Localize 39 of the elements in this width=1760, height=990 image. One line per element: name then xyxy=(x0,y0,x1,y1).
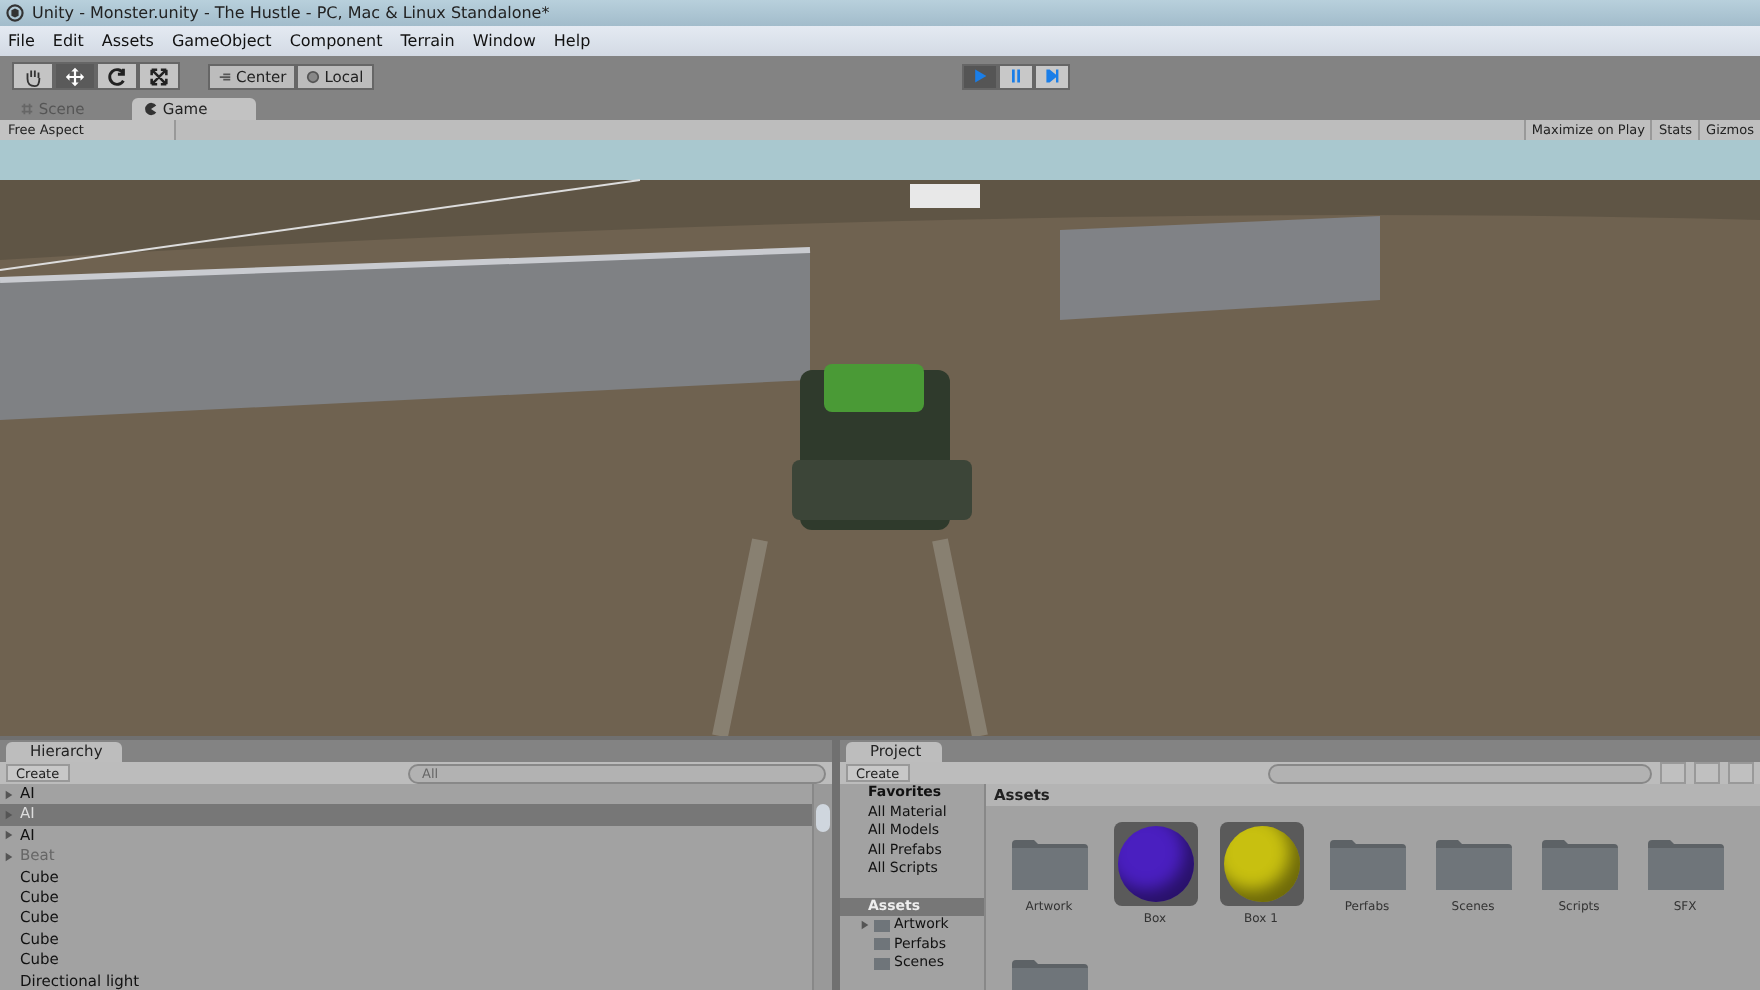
rotate-tool-icon xyxy=(106,65,128,87)
expand-arrow-icon[interactable] xyxy=(860,920,870,931)
scale-tool-icon xyxy=(148,65,170,87)
folder-icon[interactable] xyxy=(1009,834,1089,894)
folder-icon[interactable] xyxy=(1433,834,1513,894)
folder-icon[interactable] xyxy=(1645,834,1725,894)
folder-icon[interactable] xyxy=(1327,834,1407,894)
step-icon xyxy=(1043,68,1060,84)
lines-icon xyxy=(218,69,232,83)
play-button[interactable] xyxy=(961,63,998,89)
menu-item[interactable]: Edit xyxy=(52,32,84,50)
move-tool-icon xyxy=(64,65,86,87)
scrollbar[interactable] xyxy=(812,784,832,990)
pacman-icon xyxy=(144,102,158,116)
pause-button[interactable] xyxy=(997,63,1034,89)
hand-tool-icon xyxy=(22,65,44,87)
expand-arrow-icon[interactable] xyxy=(4,789,14,800)
pause-icon xyxy=(1007,68,1024,84)
menu-item[interactable]: Window xyxy=(472,32,536,50)
move-tool-button[interactable] xyxy=(54,62,96,90)
step-button[interactable] xyxy=(1033,63,1070,89)
folder-icon[interactable] xyxy=(1539,834,1619,894)
grid-icon xyxy=(20,102,34,116)
globe-icon xyxy=(306,69,321,83)
menu-item[interactable]: Assets xyxy=(101,32,154,50)
menu-item[interactable]: Terrain xyxy=(400,32,455,50)
hand-tool-button[interactable] xyxy=(12,62,54,90)
cube-logo-icon xyxy=(6,4,24,22)
window-title: Unity - Monster.unity - The Hustle - PC, Mac & Linux Standalone* xyxy=(32,4,550,22)
menu-item[interactable]: File xyxy=(8,32,35,50)
rotate-tool-button[interactable] xyxy=(96,62,138,90)
menu-item[interactable]: GameObject xyxy=(171,32,272,50)
menu-item[interactable]: Component xyxy=(289,32,383,50)
search-field[interactable] xyxy=(1268,763,1652,783)
menu-item[interactable]: Help xyxy=(553,32,591,50)
expand-arrow-icon[interactable] xyxy=(4,830,14,841)
scale-tool-button[interactable] xyxy=(138,62,180,90)
expand-arrow-icon[interactable] xyxy=(4,810,14,821)
play-icon xyxy=(971,68,988,84)
